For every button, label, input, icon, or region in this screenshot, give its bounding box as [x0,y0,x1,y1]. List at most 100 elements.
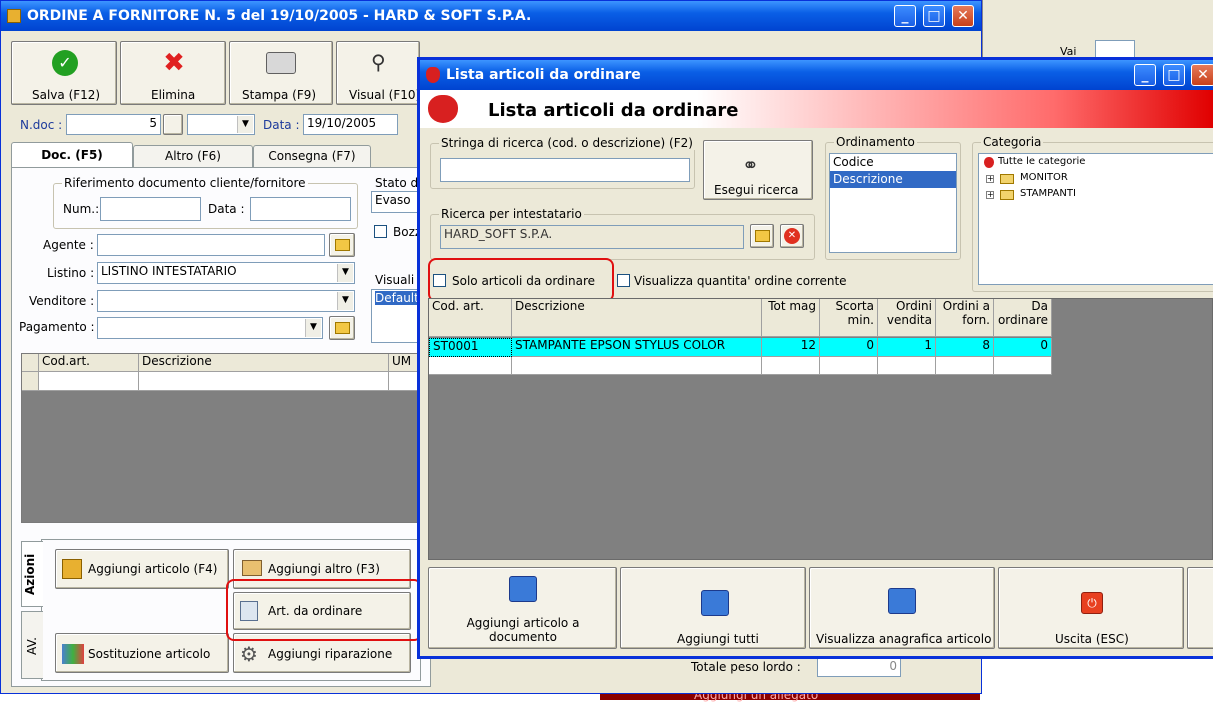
visual-label: Visual (F10) [349,88,421,102]
add-all-button[interactable]: Aggiungi tutti [620,567,806,649]
grid-empty-cell[interactable] [936,357,994,375]
grid-header-codart[interactable]: Cod.art. [39,354,139,372]
tree-item-monitor-label: MONITOR [1020,172,1068,183]
date-input[interactable]: 19/10/2005 [303,114,398,135]
agente-browse-button[interactable] [329,233,355,257]
add-article-button[interactable]: Aggiungi articolo (F4) [55,549,229,589]
cell-scorta[interactable]: 0 [820,338,878,357]
print-button[interactable]: Stampa (F9) [229,41,333,105]
main-titlebar: ORDINE A FORNITORE N. 5 del 19/10/2005 -… [1,1,981,31]
ordinamento-group-title: Ordinamento [834,135,917,149]
visual-list[interactable]: Default [371,289,421,343]
intestatario-browse-button[interactable] [750,224,774,248]
maximize-button[interactable]: □ [923,5,945,27]
visualizza-quantita-label[interactable]: Visualizza quantita' ordine corrente [634,274,847,288]
grid-empty-cell[interactable] [820,357,878,375]
stato-value: Evaso [375,193,411,207]
intestatario-group-title: Ricerca per intestatario [439,207,584,221]
cell-ordini-vendita[interactable]: 1 [878,338,936,357]
extra-button[interactable] [1187,567,1213,649]
grid-empty-cell[interactable] [389,372,420,391]
col-header-da-ordinare[interactable]: Da ordinare [994,299,1052,337]
grid-empty-cell[interactable] [39,372,139,391]
grid-empty-cell[interactable] [878,357,936,375]
sostituzione-button[interactable]: Sostituzione articolo [55,633,229,673]
tree-item-monitor[interactable]: + MONITOR [982,171,1213,187]
listino-combo[interactable]: LISTINO INTESTATARIO ▼ [97,262,355,284]
grid-empty-cell[interactable] [429,357,512,375]
cell-descrizione[interactable]: STAMPANTE EPSON STYLUS COLOR [512,338,762,357]
agente-label: Agente : [43,238,94,252]
cell-codart[interactable]: ST0001 [429,338,512,357]
col-header-scorta[interactable]: Scorta min. [820,299,878,337]
ndoc-input[interactable]: 5 [66,114,161,135]
tab-doc[interactable]: Doc. (F5) [11,142,133,168]
expand-icon[interactable]: + [986,191,994,199]
col-header-descrizione[interactable]: Descrizione [512,299,762,337]
ordinamento-option-descrizione[interactable]: Descrizione [830,171,956,188]
search-group-title: Stringa di ricerca (cod. o descrizione) … [439,136,695,150]
tab-consegna[interactable]: Consegna (F7) [253,145,371,167]
venditore-combo[interactable]: ▼ [97,290,355,312]
dialog-maximize-button[interactable]: □ [1163,64,1185,86]
close-button[interactable]: ✕ [952,5,974,27]
dialog-close-button[interactable]: ✕ [1191,64,1213,86]
cell-totmag[interactable]: 12 [762,338,820,357]
ndoc-series-combo[interactable]: ▼ [187,114,255,135]
check-icon: ✓ [52,50,78,76]
dialog-minimize-button[interactable]: _ [1134,64,1156,86]
exit-button[interactable]: ⏻ Uscita (ESC) [998,567,1184,649]
grid-header-descrizione[interactable]: Descrizione [139,354,389,372]
col-header-ordini-vendita[interactable]: Ordini vendita [878,299,936,337]
strawberry-icon [426,67,440,83]
data2-input[interactable] [250,197,351,221]
col-header-ordini-forn[interactable]: Ordini a forn. [936,299,994,337]
num-input[interactable] [100,197,201,221]
pagamento-combo[interactable]: ▼ [97,317,323,339]
ordinamento-option-codice[interactable]: Codice [830,154,956,171]
listino-value: LISTINO INTESTATARIO [101,264,237,278]
agente-input[interactable] [97,234,325,256]
tab-altro[interactable]: Altro (F6) [133,145,253,167]
num-label: Num.: [63,202,100,216]
ndoc-spin[interactable] [163,114,183,135]
grid-empty-cell[interactable] [994,357,1052,375]
intestatario-clear-button[interactable]: ✕ [780,224,804,248]
delete-button[interactable]: ✖ Elimina [120,41,226,105]
categoria-tree[interactable]: Tutte le categorie + MONITOR + STAMPANTI [978,153,1213,285]
col-header-codart[interactable]: Cod. art. [429,299,512,337]
visual-button[interactable]: ⚲ Visual (F10) [336,41,420,105]
save-button[interactable]: ✓ Salva (F12) [11,41,117,105]
ordinamento-list[interactable]: Codice Descrizione [829,153,957,253]
grid-empty-cell[interactable] [512,357,762,375]
tree-item-all[interactable]: Tutte le categorie [982,155,1213,171]
view-article-button[interactable]: Visualizza anagrafica articolo [809,567,995,649]
chevron-down-icon: ▼ [337,292,353,310]
search-button-label: Esegui ricerca [714,183,799,197]
visualizza-quantita-checkbox[interactable] [617,274,630,287]
chevron-down-icon: ▼ [237,116,253,133]
col-header-totmag[interactable]: Tot mag [762,299,820,337]
bozza-checkbox[interactable] [374,225,387,238]
pagamento-browse-button[interactable] [329,316,355,340]
save-label: Salva (F12) [32,88,101,102]
side-tab-azioni-label: Azioni [23,553,37,595]
categoria-group-title: Categoria [981,135,1044,149]
stato-input[interactable]: Evaso [371,191,421,213]
grid-empty-cell[interactable] [139,372,389,391]
intestatario-input: HARD_SOFT S.P.A. [440,225,744,249]
cell-da-ordinare[interactable]: 0 [994,338,1052,357]
add-to-document-button[interactable]: Aggiungi articolo a documento [428,567,617,649]
search-input[interactable] [440,158,690,182]
tree-item-stampanti[interactable]: + STAMPANTI [982,187,1213,203]
expand-icon[interactable]: + [986,175,994,183]
cell-ordini-forn[interactable]: 8 [936,338,994,357]
minimize-button[interactable]: _ [894,5,916,27]
binoculars-icon: ⚭ [742,153,759,177]
grid-row-selector[interactable] [22,372,39,391]
visual-label: Visuali [375,273,415,287]
grid-empty-cell[interactable] [762,357,820,375]
search-button[interactable]: ⚭ Esegui ricerca [703,140,813,200]
grid-header-um[interactable]: UM [389,354,420,372]
rif-group-title: Riferimento documento cliente/fornitore [62,176,308,190]
